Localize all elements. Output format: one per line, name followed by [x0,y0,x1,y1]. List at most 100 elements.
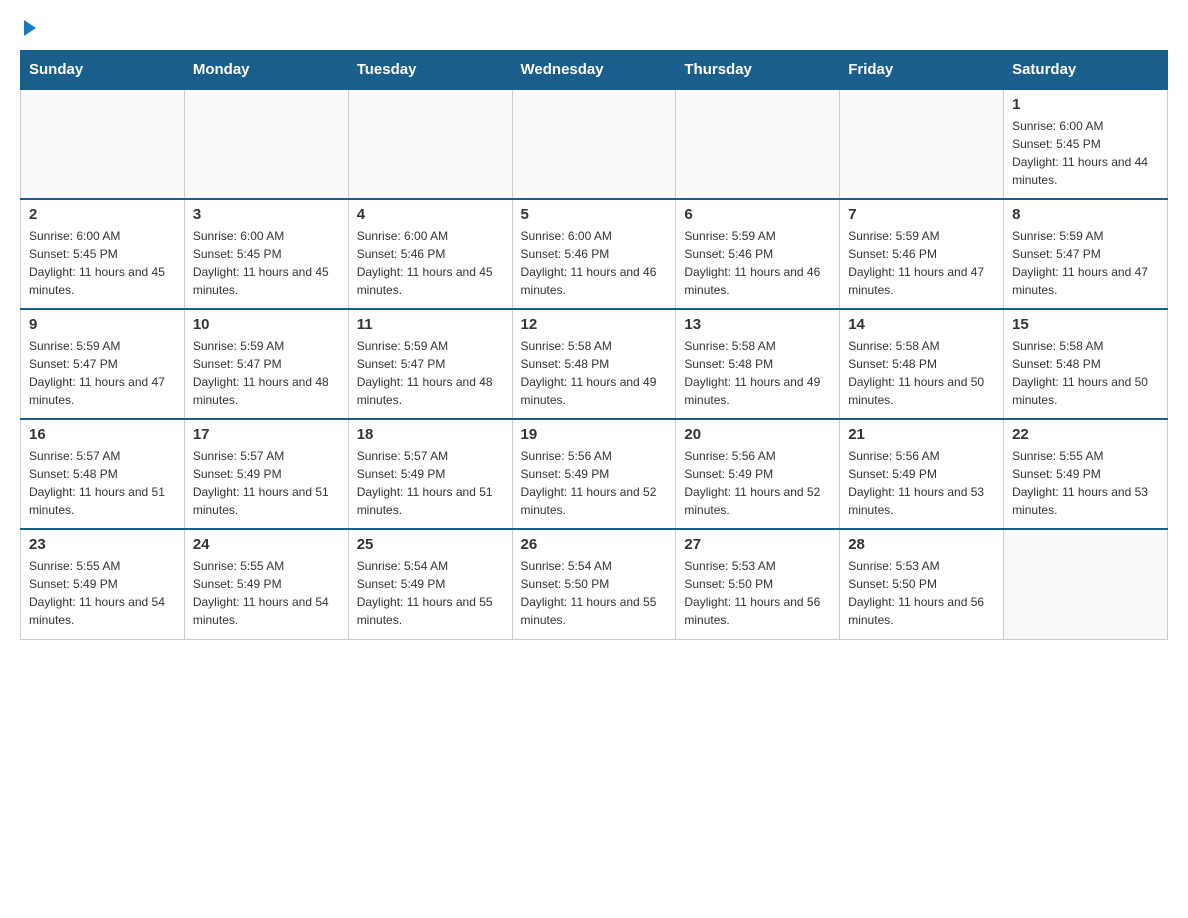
calendar-day-cell: 21 Sunrise: 5:56 AM Sunset: 5:49 PM Dayli… [840,419,1004,529]
day-number: 12 [521,316,668,333]
day-info: Sunrise: 6:00 AM Sunset: 5:45 PM Dayligh… [29,227,176,299]
day-number: 3 [193,206,340,223]
day-info: Sunrise: 5:58 AM Sunset: 5:48 PM Dayligh… [521,337,668,409]
calendar-day-cell: 3 Sunrise: 6:00 AM Sunset: 5:45 PM Daylig… [184,199,348,309]
day-number: 5 [521,206,668,223]
calendar-day-cell: 18 Sunrise: 5:57 AM Sunset: 5:49 PM Dayli… [348,419,512,529]
day-info: Sunrise: 6:00 AM Sunset: 5:45 PM Dayligh… [1012,117,1159,189]
calendar-day-cell: 7 Sunrise: 5:59 AM Sunset: 5:46 PM Daylig… [840,199,1004,309]
day-info: Sunrise: 5:53 AM Sunset: 5:50 PM Dayligh… [684,557,831,629]
calendar-day-cell: 10 Sunrise: 5:59 AM Sunset: 5:47 PM Dayli… [184,309,348,419]
day-info: Sunrise: 5:54 AM Sunset: 5:49 PM Dayligh… [357,557,504,629]
calendar-day-cell [21,89,185,199]
calendar-day-cell: 1 Sunrise: 6:00 AM Sunset: 5:45 PM Daylig… [1004,89,1168,199]
day-info: Sunrise: 5:59 AM Sunset: 5:47 PM Dayligh… [193,337,340,409]
calendar-day-cell [676,89,840,199]
calendar-table: SundayMondayTuesdayWednesdayThursdayFrid… [20,50,1168,640]
day-number: 23 [29,536,176,553]
day-number: 1 [1012,96,1159,113]
logo-triangle-icon [24,20,36,36]
day-number: 17 [193,426,340,443]
calendar-week-row: 23 Sunrise: 5:55 AM Sunset: 5:49 PM Dayli… [21,529,1168,639]
calendar-day-cell: 12 Sunrise: 5:58 AM Sunset: 5:48 PM Dayli… [512,309,676,419]
day-info: Sunrise: 5:56 AM Sunset: 5:49 PM Dayligh… [848,447,995,519]
day-info: Sunrise: 5:59 AM Sunset: 5:46 PM Dayligh… [684,227,831,299]
day-of-week-header: Tuesday [348,51,512,90]
page-header [20,20,1168,34]
calendar-day-cell: 25 Sunrise: 5:54 AM Sunset: 5:49 PM Dayli… [348,529,512,639]
day-number: 19 [521,426,668,443]
day-number: 16 [29,426,176,443]
day-number: 20 [684,426,831,443]
calendar-day-cell: 17 Sunrise: 5:57 AM Sunset: 5:49 PM Dayli… [184,419,348,529]
day-info: Sunrise: 5:59 AM Sunset: 5:47 PM Dayligh… [29,337,176,409]
day-number: 13 [684,316,831,333]
calendar-day-cell: 14 Sunrise: 5:58 AM Sunset: 5:48 PM Dayli… [840,309,1004,419]
day-info: Sunrise: 5:59 AM Sunset: 5:46 PM Dayligh… [848,227,995,299]
calendar-day-cell [1004,529,1168,639]
calendar-day-cell: 26 Sunrise: 5:54 AM Sunset: 5:50 PM Dayli… [512,529,676,639]
calendar-day-cell: 19 Sunrise: 5:56 AM Sunset: 5:49 PM Dayli… [512,419,676,529]
day-number: 15 [1012,316,1159,333]
day-number: 7 [848,206,995,223]
day-number: 4 [357,206,504,223]
calendar-day-cell: 28 Sunrise: 5:53 AM Sunset: 5:50 PM Dayli… [840,529,1004,639]
calendar-day-cell: 20 Sunrise: 5:56 AM Sunset: 5:49 PM Dayli… [676,419,840,529]
calendar-day-cell [348,89,512,199]
day-of-week-header: Friday [840,51,1004,90]
calendar-week-row: 16 Sunrise: 5:57 AM Sunset: 5:48 PM Dayli… [21,419,1168,529]
day-info: Sunrise: 5:59 AM Sunset: 5:47 PM Dayligh… [357,337,504,409]
day-info: Sunrise: 5:55 AM Sunset: 5:49 PM Dayligh… [29,557,176,629]
calendar-day-cell: 5Sunrise: 6:00 AM Sunset: 5:46 PM Daylig… [512,199,676,309]
day-number: 21 [848,426,995,443]
calendar-day-cell [184,89,348,199]
day-info: Sunrise: 5:56 AM Sunset: 5:49 PM Dayligh… [521,447,668,519]
day-number: 27 [684,536,831,553]
day-number: 2 [29,206,176,223]
calendar-day-cell [512,89,676,199]
calendar-day-cell: 24Sunrise: 5:55 AM Sunset: 5:49 PM Dayli… [184,529,348,639]
day-number: 18 [357,426,504,443]
day-info: Sunrise: 6:00 AM Sunset: 5:45 PM Dayligh… [193,227,340,299]
day-info: Sunrise: 5:55 AM Sunset: 5:49 PM Dayligh… [1012,447,1159,519]
calendar-day-cell: 16 Sunrise: 5:57 AM Sunset: 5:48 PM Dayli… [21,419,185,529]
day-info: Sunrise: 5:59 AM Sunset: 5:47 PM Dayligh… [1012,227,1159,299]
calendar-day-cell: 23 Sunrise: 5:55 AM Sunset: 5:49 PM Dayli… [21,529,185,639]
day-of-week-header: Sunday [21,51,185,90]
day-number: 28 [848,536,995,553]
day-number: 14 [848,316,995,333]
day-of-week-header: Wednesday [512,51,676,90]
day-number: 6 [684,206,831,223]
day-info: Sunrise: 5:57 AM Sunset: 5:49 PM Dayligh… [357,447,504,519]
day-info: Sunrise: 5:57 AM Sunset: 5:48 PM Dayligh… [29,447,176,519]
day-info: Sunrise: 5:56 AM Sunset: 5:49 PM Dayligh… [684,447,831,519]
day-number: 25 [357,536,504,553]
day-number: 10 [193,316,340,333]
day-of-week-header: Saturday [1004,51,1168,90]
day-number: 26 [521,536,668,553]
calendar-header-row: SundayMondayTuesdayWednesdayThursdayFrid… [21,51,1168,90]
calendar-day-cell: 4 Sunrise: 6:00 AM Sunset: 5:46 PM Daylig… [348,199,512,309]
day-number: 8 [1012,206,1159,223]
calendar-day-cell: 8 Sunrise: 5:59 AM Sunset: 5:47 PM Daylig… [1004,199,1168,309]
day-of-week-header: Monday [184,51,348,90]
calendar-day-cell: 9 Sunrise: 5:59 AM Sunset: 5:47 PM Daylig… [21,309,185,419]
calendar-day-cell: 15 Sunrise: 5:58 AM Sunset: 5:48 PM Dayli… [1004,309,1168,419]
day-number: 9 [29,316,176,333]
calendar-day-cell: 11Sunrise: 5:59 AM Sunset: 5:47 PM Dayli… [348,309,512,419]
day-info: Sunrise: 5:58 AM Sunset: 5:48 PM Dayligh… [1012,337,1159,409]
day-info: Sunrise: 5:58 AM Sunset: 5:48 PM Dayligh… [848,337,995,409]
calendar-day-cell [840,89,1004,199]
day-info: Sunrise: 5:53 AM Sunset: 5:50 PM Dayligh… [848,557,995,629]
calendar-day-cell: 22Sunrise: 5:55 AM Sunset: 5:49 PM Dayli… [1004,419,1168,529]
calendar-day-cell: 27 Sunrise: 5:53 AM Sunset: 5:50 PM Dayli… [676,529,840,639]
day-of-week-header: Thursday [676,51,840,90]
day-number: 24 [193,536,340,553]
day-info: Sunrise: 5:57 AM Sunset: 5:49 PM Dayligh… [193,447,340,519]
calendar-week-row: 2 Sunrise: 6:00 AM Sunset: 5:45 PM Daylig… [21,199,1168,309]
calendar-week-row: 1 Sunrise: 6:00 AM Sunset: 5:45 PM Daylig… [21,89,1168,199]
day-info: Sunrise: 5:54 AM Sunset: 5:50 PM Dayligh… [521,557,668,629]
day-info: Sunrise: 6:00 AM Sunset: 5:46 PM Dayligh… [357,227,504,299]
calendar-day-cell: 2 Sunrise: 6:00 AM Sunset: 5:45 PM Daylig… [21,199,185,309]
calendar-day-cell: 6 Sunrise: 5:59 AM Sunset: 5:46 PM Daylig… [676,199,840,309]
